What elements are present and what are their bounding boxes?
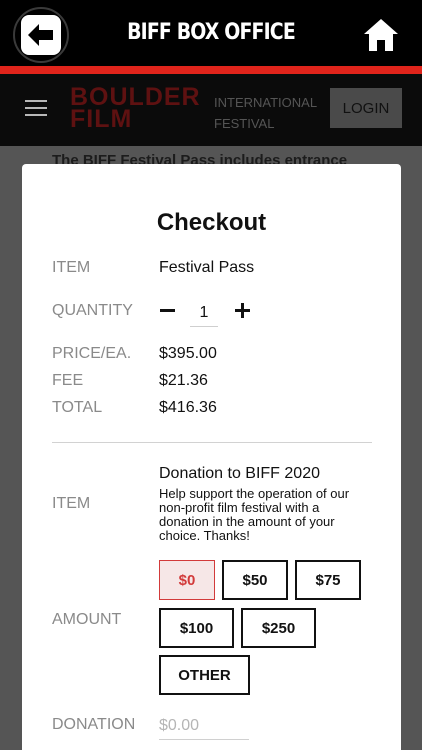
checkout-modal: Checkout ITEM Festival Pass QUANTITY PRI… <box>22 164 401 750</box>
amount-0-button[interactable]: $0 <box>159 560 215 600</box>
home-button[interactable] <box>348 2 414 68</box>
amount-75-button[interactable]: $75 <box>295 560 361 600</box>
amount-100-button[interactable]: $100 <box>159 608 234 648</box>
site-logo-subtitle: INTERNATIONAL FESTIVAL <box>214 95 317 131</box>
site-header: BOULDER FILM INTERNATIONAL FESTIVAL LOGI… <box>0 74 422 146</box>
total-value: $416.36 <box>159 399 217 416</box>
price-label: PRICE/EA. <box>52 345 132 362</box>
home-icon <box>364 19 398 51</box>
accent-divider <box>0 66 422 74</box>
donation-description: Help support the operation of our non-pr… <box>159 486 350 543</box>
total-label: TOTAL <box>52 399 103 416</box>
amount-other-button[interactable]: OTHER <box>159 655 250 695</box>
item-label: ITEM <box>52 259 91 276</box>
login-button[interactable]: LOGIN <box>330 88 402 128</box>
modal-title: Checkout <box>156 209 267 236</box>
increase-quantity-button[interactable] <box>235 302 252 319</box>
price-value: $395.00 <box>159 345 217 362</box>
donation-amount-input[interactable] <box>159 712 249 740</box>
donation-item-label: ITEM <box>52 495 91 512</box>
app-bar: BIFF BOX OFFICE <box>0 0 422 68</box>
fee-label: FEE <box>52 372 84 389</box>
site-logo: BOULDER FILM <box>70 83 201 133</box>
quantity-input[interactable] <box>190 299 218 327</box>
fee-value: $21.36 <box>159 372 208 389</box>
decrease-quantity-button[interactable] <box>158 300 178 320</box>
amount-250-button[interactable]: $250 <box>241 608 316 648</box>
section-divider <box>52 442 372 443</box>
donation-label: DONATION <box>52 716 136 733</box>
item-value: Festival Pass <box>159 259 255 276</box>
menu-icon[interactable] <box>25 100 47 118</box>
amount-50-button[interactable]: $50 <box>222 560 288 600</box>
amount-label: AMOUNT <box>52 611 122 628</box>
quantity-label: QUANTITY <box>52 302 133 319</box>
app-title: BIFF BOX OFFICE <box>127 20 296 45</box>
donation-title: Donation to BIFF 2020 <box>159 465 320 482</box>
